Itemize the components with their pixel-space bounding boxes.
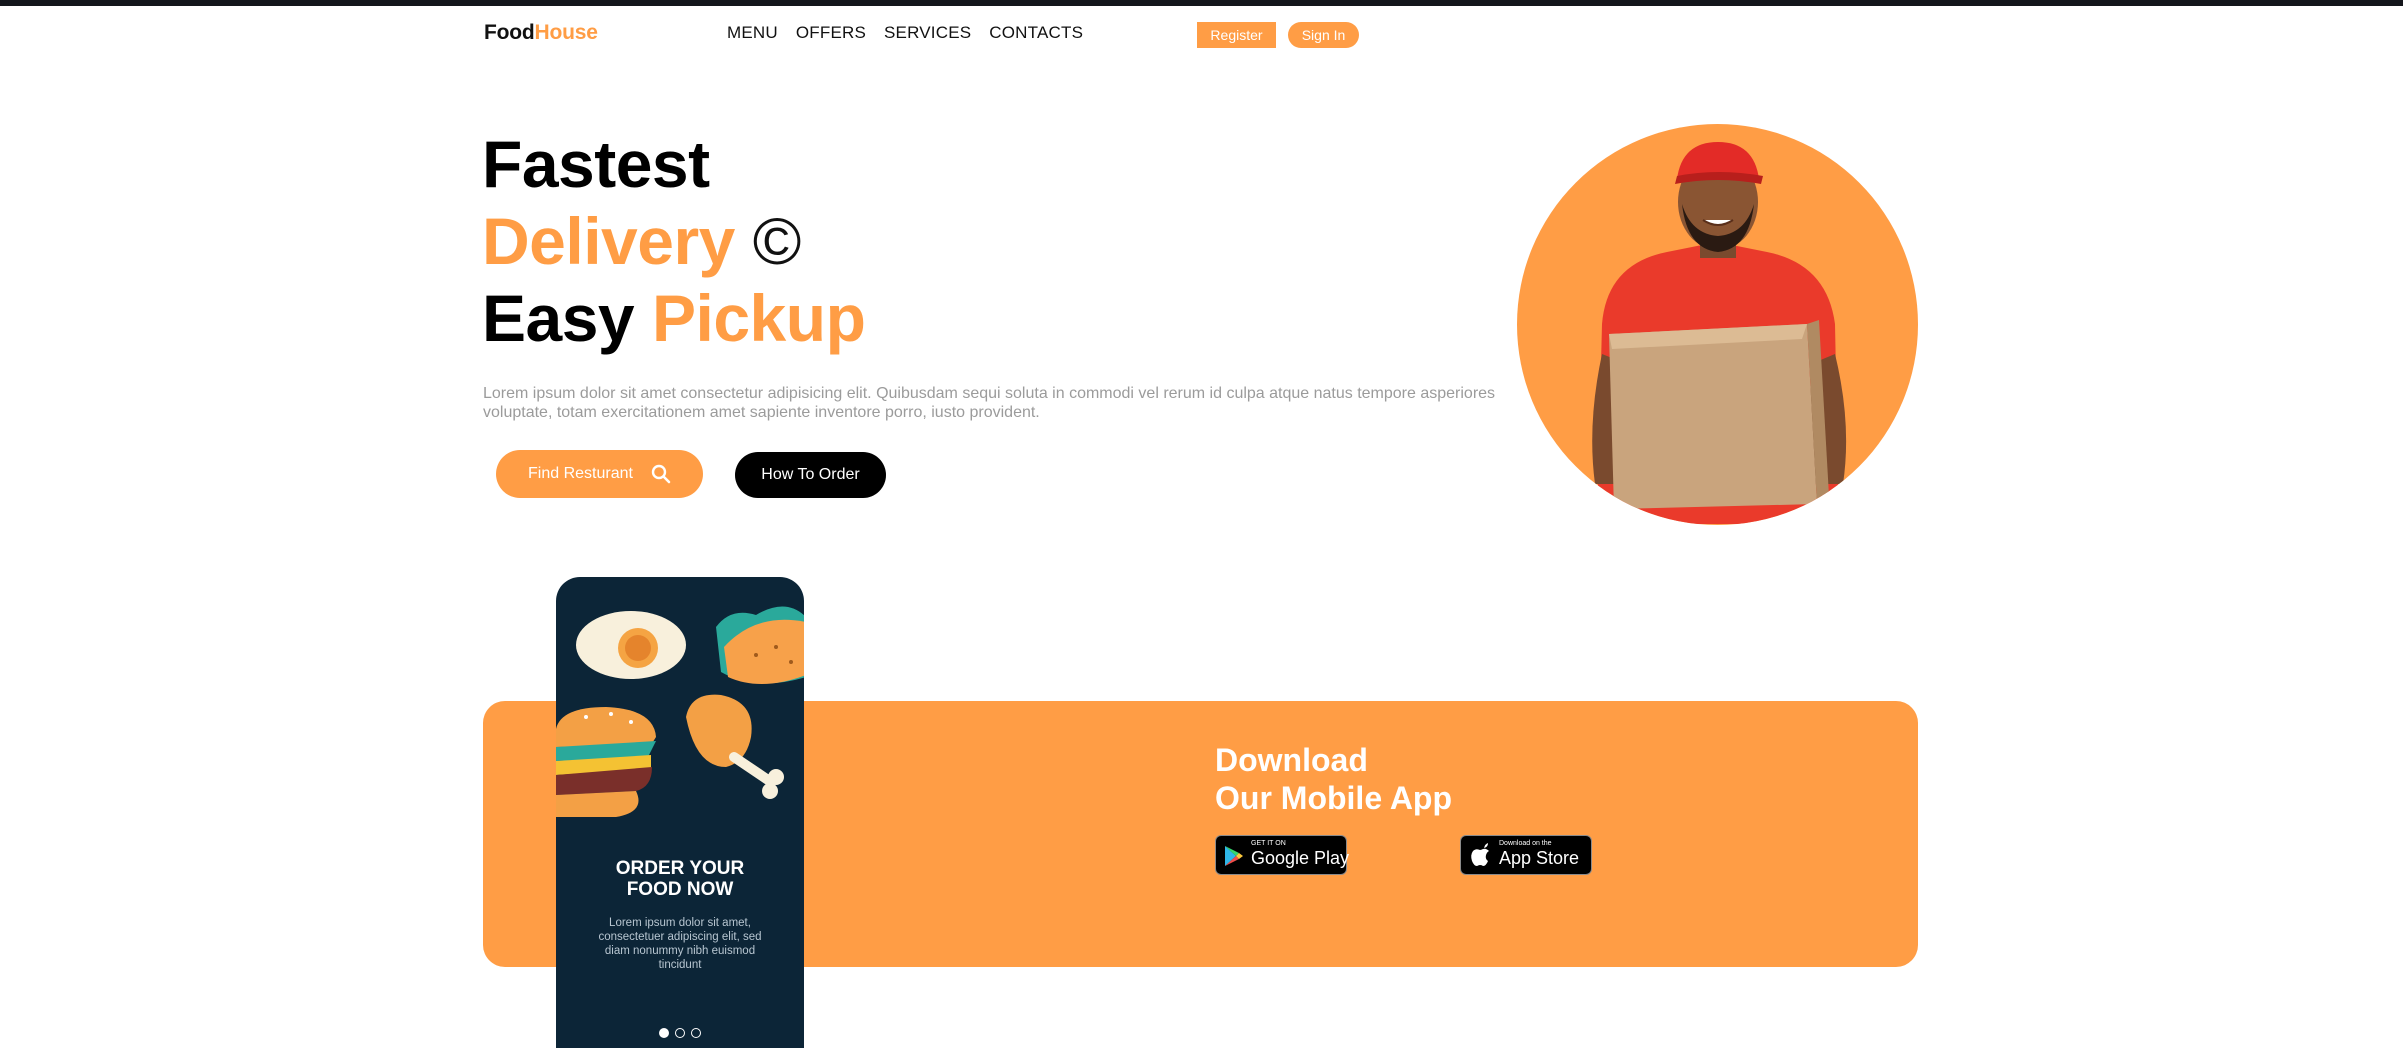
delivery-person-image [1517, 124, 1918, 525]
nav-link-offers[interactable]: OFFERS [796, 23, 866, 43]
logo-text-house: House [534, 21, 598, 44]
taco-icon [716, 606, 804, 684]
phone-title: ORDER YOUR FOOD NOW [556, 858, 804, 900]
nav-link-menu[interactable]: MENU [727, 23, 778, 43]
nav-link-contacts[interactable]: CONTACTS [989, 23, 1083, 43]
google-play-icon [1224, 845, 1244, 872]
app-store-big-text: App Store [1499, 848, 1580, 868]
app-store-badge[interactable]: Download on the App Store [1460, 835, 1592, 875]
app-title-line1: Download [1215, 742, 1368, 778]
hero-title-delivery: Delivery [482, 204, 735, 278]
register-button[interactable]: Register [1197, 22, 1276, 48]
app-store-small-text: Download on the [1499, 840, 1552, 847]
google-play-badge[interactable]: GET IT ON Google Play [1215, 835, 1350, 875]
carousel-dots [556, 1028, 804, 1038]
fried-egg-icon [576, 611, 686, 679]
carousel-dot-2[interactable] [675, 1028, 685, 1038]
sign-in-button[interactable]: Sign In [1288, 22, 1359, 48]
chicken-leg-icon [686, 694, 784, 799]
phone-title-line2: FOOD NOW [626, 879, 734, 900]
google-play-big-text: Google Play [1251, 848, 1350, 868]
google-play-small-text: GET IT ON [1251, 840, 1286, 847]
carousel-dot-3[interactable] [691, 1028, 701, 1038]
app-title-line2: Our Mobile App [1215, 780, 1453, 816]
copyright-symbol: © [752, 204, 802, 278]
hero-title-easy: Easy [482, 281, 635, 355]
app-download-title: Download Our Mobile App [1215, 741, 1452, 817]
how-to-order-button[interactable]: How To Order [735, 452, 886, 498]
burger-icon [556, 707, 656, 817]
hero-description: Lorem ipsum dolor sit amet consectetur a… [483, 385, 1496, 421]
search-icon [651, 464, 671, 484]
phone-title-line1: ORDER YOUR [615, 858, 745, 879]
find-restaurant-label: Find Resturant [528, 465, 633, 482]
find-restaurant-button[interactable]: Find Resturant [496, 450, 703, 498]
hero-title-line1: Fastest [482, 127, 710, 201]
phone-mockup: ORDER YOUR FOOD NOW Lorem ipsum dolor si… [556, 577, 804, 1048]
top-border [0, 0, 2403, 6]
carousel-dot-1[interactable] [659, 1028, 669, 1038]
hero-title-pickup: Pickup [651, 281, 866, 355]
phone-description: Lorem ipsum dolor sit amet, consectetuer… [598, 917, 762, 971]
hero-title: Fastest Delivery © Easy Pickup [482, 126, 866, 357]
apple-icon [1470, 843, 1490, 872]
logo-text-food: Food [484, 21, 535, 44]
logo[interactable]: FoodHouse [484, 21, 598, 45]
nav-link-services[interactable]: SERVICES [884, 23, 971, 43]
main-nav: MENU OFFERS SERVICES CONTACTS [727, 23, 1083, 43]
